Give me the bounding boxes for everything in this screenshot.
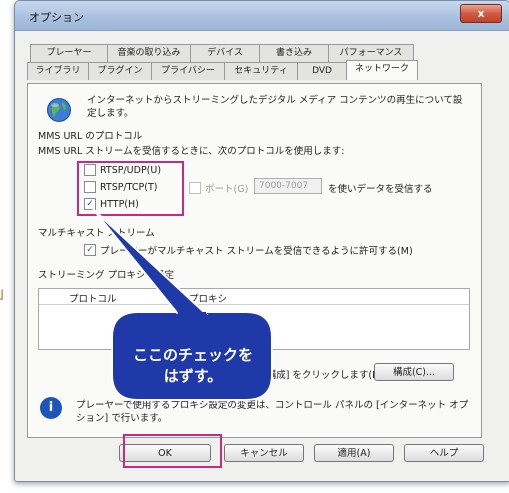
close-button[interactable]: x [460,4,502,23]
info-icon: i [40,397,62,419]
multicast-checkbox[interactable]: ✓ プレーヤーがマルチキャスト ストリームを受信できるように許可する(M) [84,243,413,257]
tab-devices[interactable]: デバイス [190,44,260,62]
side-caption-fragment: ）」 [0,282,13,303]
port-range-input[interactable]: 7000-7007 [254,178,322,194]
callout-text: ここのチェックを はずす。 [132,345,254,387]
help-button[interactable]: ヘルプ [404,444,484,462]
port-suffix: を使いデータを受信する [328,184,433,195]
title-bar: オプション x [15,1,509,31]
mms-description: MMS URL ストリームを受信するときに、次のプロトコルを使用します: [38,146,345,157]
configure-button[interactable]: 構成(C)... [374,363,454,381]
intro-text: インターネットからストリーミングしたデジタル メディア コンテンツの再生について… [87,95,463,119]
proxy-row-value: ブラウザ [189,311,228,322]
port-label: ポート(G) [205,184,249,195]
proxy-col-protocol: プロトコル [69,294,117,305]
tab-privacy[interactable]: プライバシー [151,62,225,80]
tab-strip: プレーヤー 音楽の取り込み デバイス 書き込み パフォーマンス ライブラリ プラ… [27,44,482,80]
ok-highlight-box [123,434,222,468]
tab-library[interactable]: ライブラリ [27,62,89,80]
proxy-note: プレーヤーで使用するプロキシ設定の変更は、コントロール パネルの [インターネッ… [76,400,469,424]
tab-burn[interactable]: 書き込み [259,44,329,62]
port-checkbox[interactable]: ポート(G) [189,181,248,195]
tab-dvd[interactable]: DVD [297,62,347,80]
apply-button[interactable]: 適用(A) [314,444,394,462]
proxy-table[interactable]: プロトコル プロキシ ブラウザ [38,288,470,350]
callout-line-2: はずす。 [163,367,223,385]
tab-player[interactable]: プレーヤー [30,44,108,62]
protocol-highlight-box [77,161,184,216]
mms-heading: MMS URL のプロトコル [38,131,143,142]
window-title: オプション [29,11,84,24]
multicast-label: プレーヤーがマルチキャスト ストリームを受信できるように許可する(M) [100,246,413,257]
dialog-button-bar: OK キャンセル 適用(A) ヘルプ [0,440,495,480]
tab-rip-music[interactable]: 音楽の取り込み [107,44,191,62]
multicast-checkbox-mark[interactable]: ✓ [84,244,96,256]
proxy-heading: ストリーミング プロキシの設定 [38,270,175,281]
proxy-col-proxy: プロキシ [189,294,228,305]
network-panel: インターネットからストリーミングしたデジタル メディア コンテンツの再生について… [27,83,482,438]
multicast-heading: マルチキャスト ストリーム [38,228,155,239]
tab-plugins[interactable]: プラグイン [88,62,152,80]
cancel-button[interactable]: キャンセル [224,444,304,462]
port-box[interactable] [189,182,201,194]
callout-line-1: ここのチェックを [132,346,253,364]
tab-network[interactable]: ネットワーク [346,60,418,80]
tab-row-2: ライブラリ プラグイン プライバシー セキュリティ DVD ネットワーク [27,60,482,80]
network-globe-icon [47,98,71,122]
tab-security[interactable]: セキュリティ [224,62,298,80]
